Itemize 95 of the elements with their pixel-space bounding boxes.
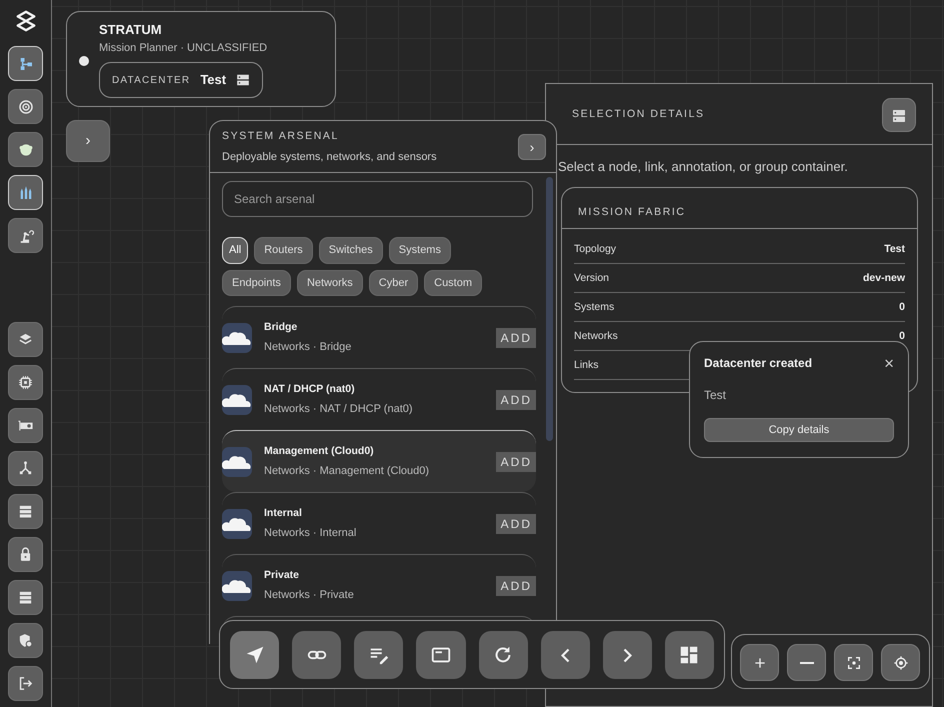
filter-chip[interactable]: Routers	[254, 237, 313, 264]
sidebar-button[interactable]	[8, 580, 43, 615]
arsenal-item[interactable]: Management (Cloud0) Networks · Management (Cloud0) ADD	[222, 430, 536, 492]
card-title: MISSION FABRIC	[578, 206, 686, 218]
datacenter-chip[interactable]: DATACENTER Test	[99, 62, 264, 98]
item-detail: Networks · Bridge	[264, 340, 352, 355]
sidebar-button[interactable]	[8, 89, 43, 124]
row-label: Version	[574, 271, 610, 286]
arsenal-item[interactable]: Internal Networks · Internal ADD	[222, 492, 536, 554]
sidebar-button[interactable]	[8, 623, 43, 658]
row-label: Topology	[574, 242, 616, 258]
filter-chip[interactable]: Networks	[296, 270, 363, 296]
filter-chip[interactable]: Endpoints	[222, 270, 291, 296]
add-button[interactable]: ADD	[496, 328, 536, 348]
sidebar-button[interactable]	[8, 494, 43, 529]
network-fork-icon	[17, 460, 34, 477]
server-icon	[17, 589, 34, 606]
zoom-button[interactable]	[834, 644, 873, 681]
row-label: Networks	[574, 329, 618, 344]
row-value: 0	[899, 329, 905, 344]
hint-text: Select a node, link, annotation, or group container.	[557, 158, 849, 176]
server-icon	[891, 108, 907, 124]
filter-chip[interactable]: Systems	[388, 237, 451, 264]
details-button[interactable]	[882, 98, 916, 132]
shield-icon	[17, 632, 34, 649]
expand-button[interactable]: ›	[66, 120, 110, 162]
add-button[interactable]: ADD	[496, 390, 536, 410]
add-button[interactable]: ADD	[496, 576, 536, 596]
toolbar-button[interactable]	[354, 631, 404, 679]
server-icon	[17, 503, 34, 520]
sidebar-button[interactable]	[8, 408, 43, 443]
cloud-icon	[222, 570, 252, 601]
toolbar-button[interactable]	[478, 631, 528, 679]
app-title: STRATUM	[99, 21, 163, 40]
item-name: Private	[264, 568, 300, 584]
row-value: dev-new	[862, 271, 905, 286]
add-button[interactable]: ADD	[496, 452, 536, 472]
item-name: Management (Cloud0)	[264, 444, 375, 460]
app-subtitle: Mission Planner · UNCLASSIFIED	[99, 40, 268, 56]
datacenter-label: DATACENTER	[112, 74, 190, 88]
chevron-right-icon	[622, 648, 632, 662]
scrollbar[interactable]	[546, 177, 553, 442]
sidebar-button[interactable]	[8, 451, 43, 486]
collapse-button[interactable]: ›	[518, 134, 546, 160]
sidebar-button[interactable]	[8, 322, 43, 357]
toolbar-button[interactable]	[292, 631, 342, 679]
server-icon	[236, 73, 250, 87]
panel-title: SELECTION DETAILS	[572, 107, 705, 122]
sidebar-button[interactable]	[8, 365, 43, 400]
cloud-icon	[222, 446, 252, 477]
filter-chip[interactable]: All	[222, 237, 248, 264]
sidebar-button[interactable]	[8, 132, 43, 167]
filter-chip[interactable]: Switches	[318, 237, 383, 264]
item-name: Internal	[264, 506, 303, 522]
sidebar-button[interactable]	[8, 218, 43, 253]
copy-button[interactable]: Copy details	[704, 418, 894, 442]
cloud-icon	[222, 508, 252, 539]
cloud-icon	[222, 384, 252, 415]
datacenter-name: Test	[200, 71, 226, 90]
item-name: Bridge	[264, 320, 298, 336]
close-button[interactable]: ×	[884, 354, 894, 372]
search-field[interactable]: Search arsenal	[222, 181, 533, 218]
item-detail: Networks · NAT / DHCP (nat0)	[264, 402, 413, 417]
cloud-icon	[222, 322, 252, 353]
toast-title: Datacenter created	[704, 355, 812, 372]
dashboard-icon	[678, 644, 700, 666]
arsenal-item[interactable]: Private Networks · Private ADD	[222, 554, 536, 616]
add-button[interactable]: ADD	[496, 514, 536, 534]
panel-title: SYSTEM ARSENAL	[222, 129, 340, 144]
toolbar-button[interactable]	[664, 631, 714, 679]
logo-icon	[14, 10, 36, 32]
item-detail: Networks · Management (Cloud0)	[264, 464, 430, 479]
toolbar-button[interactable]	[230, 631, 280, 679]
zoom-button[interactable]	[881, 644, 920, 681]
item-detail: Networks · Private	[264, 588, 354, 603]
focus-icon	[846, 654, 862, 670]
locate-icon	[892, 654, 908, 670]
toolbar-button[interactable]	[416, 631, 466, 679]
row-value: 0	[899, 300, 905, 316]
row-label: Links	[574, 358, 599, 374]
item-name: NAT / DHCP (nat0)	[264, 382, 356, 398]
toast-message: Test	[704, 387, 728, 404]
target-icon	[16, 98, 34, 116]
sidebar-button[interactable]	[8, 666, 43, 701]
sidebar-button[interactable]	[8, 537, 43, 572]
arsenal-item[interactable]: Bridge Networks · Bridge ADD	[222, 306, 536, 368]
row-label: Systems	[574, 300, 614, 316]
filter-chip[interactable]: Cyber	[368, 270, 418, 296]
chevron-left-icon	[560, 648, 570, 662]
item-detail: Networks · Internal	[264, 526, 356, 541]
chip-icon	[17, 374, 34, 391]
panel-subtitle: Deployable systems, networks, and sensors	[222, 150, 437, 165]
filter-chip[interactable]: Custom	[424, 270, 482, 296]
row-value: Test	[884, 242, 905, 258]
logout-icon	[17, 675, 34, 692]
